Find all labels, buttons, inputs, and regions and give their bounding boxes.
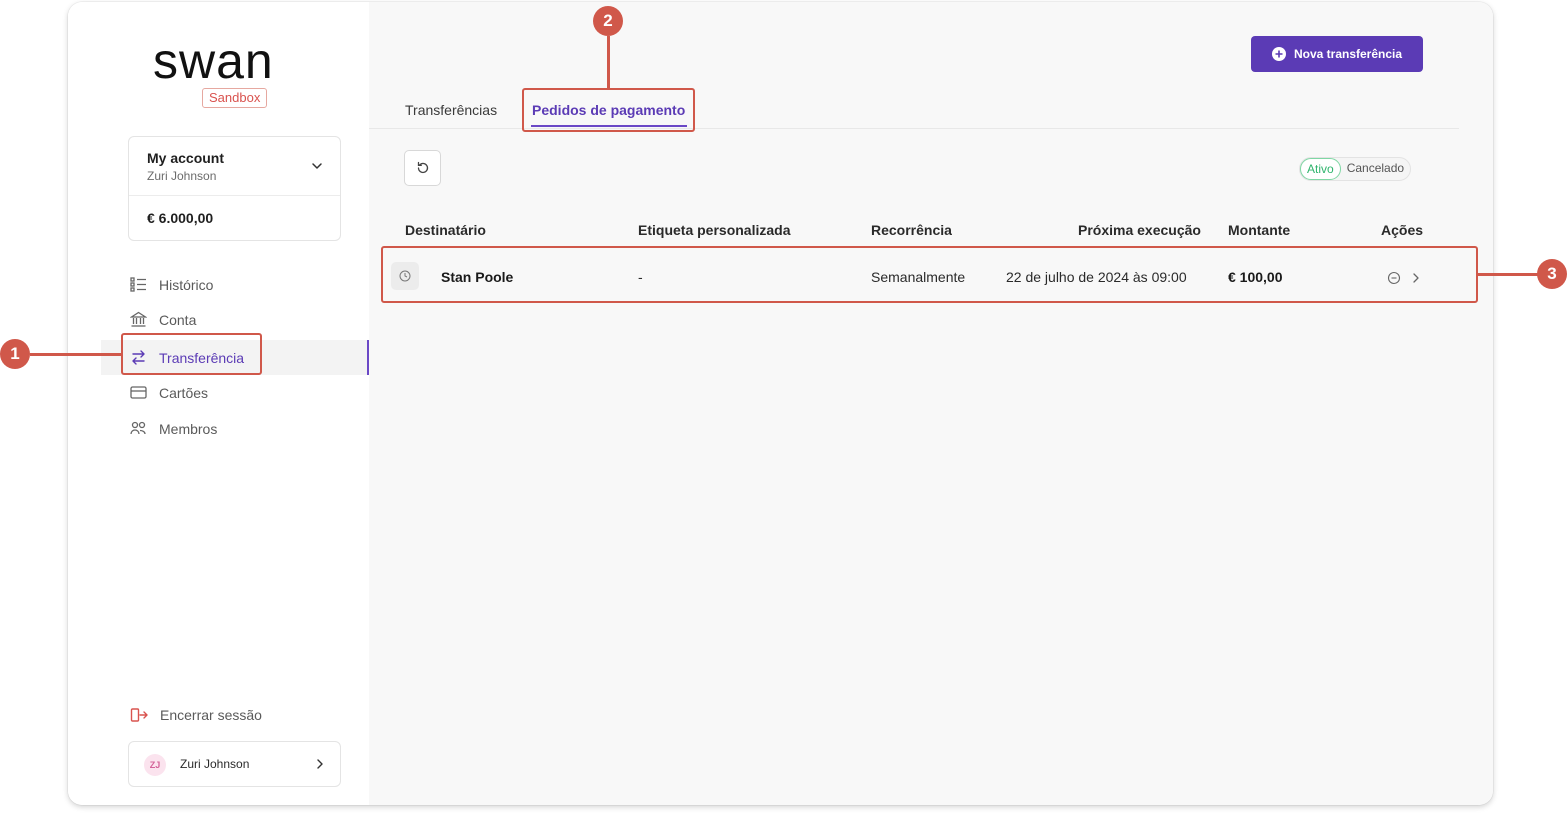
- custom-label: -: [638, 269, 643, 285]
- sidebar-item-label: Conta: [159, 311, 197, 328]
- recurrence-value: Semanalmente: [871, 269, 966, 285]
- status-filter[interactable]: Ativo Cancelado: [1299, 157, 1412, 181]
- main-content: Nova transferência Transferências Pedido…: [369, 2, 1493, 805]
- logout-button[interactable]: Encerrar sessão: [130, 704, 262, 726]
- user-name: Zuri Johnson: [180, 757, 250, 771]
- user-profile-button[interactable]: ZJ Zuri Johnson: [128, 741, 341, 787]
- sidebar-item-label: Membros: [159, 420, 218, 437]
- column-header-actions: Ações: [1381, 222, 1424, 238]
- annotation-connector: [1478, 273, 1538, 276]
- column-header-amount: Montante: [1228, 222, 1291, 238]
- swan-logo: swan: [153, 33, 274, 89]
- card-icon: [130, 386, 147, 399]
- new-transfer-label: Nova transferência: [1293, 47, 1403, 61]
- sandbox-badge: Sandbox: [202, 88, 268, 108]
- refresh-button[interactable]: [404, 150, 441, 186]
- sidebar-item-label: Histórico: [159, 276, 214, 293]
- amount-value: € 100,00: [1228, 269, 1283, 285]
- account-name: My account: [147, 150, 225, 166]
- tab-transferencias[interactable]: Transferências: [405, 102, 497, 118]
- logout-icon: [130, 708, 148, 722]
- recipient-name: Stan Poole: [441, 269, 514, 285]
- sidebar-item-historico[interactable]: Histórico: [101, 267, 369, 302]
- filter-active[interactable]: Ativo: [1300, 158, 1341, 180]
- column-header-recipient: Destinatário: [405, 222, 486, 238]
- clock-icon: [399, 270, 411, 282]
- annotation-badge-1: 1: [0, 339, 30, 369]
- column-header-next-execution: Próxima execução: [1078, 222, 1201, 238]
- column-header-label: Etiqueta personalizada: [638, 222, 791, 238]
- annotation-connector: [30, 353, 122, 356]
- tabs-divider: [369, 128, 1459, 129]
- chevron-down-icon[interactable]: [310, 159, 324, 173]
- clock-icon-box: [391, 262, 419, 290]
- plus-circle-icon: [1271, 47, 1286, 61]
- account-balance: € 6.000,00: [147, 210, 214, 226]
- tab-pedidos-de-pagamento[interactable]: Pedidos de pagamento: [532, 102, 685, 118]
- sidebar-item-transferencia[interactable]: Transferência: [101, 340, 369, 375]
- account-selector[interactable]: My account Zuri Johnson € 6.000,00: [128, 136, 341, 241]
- history-list-icon: [130, 277, 146, 292]
- refresh-icon: [417, 161, 429, 174]
- annotation-connector: [607, 36, 610, 89]
- bank-icon: [130, 311, 147, 327]
- account-holder: Zuri Johnson: [147, 169, 217, 183]
- sidebar-item-membros[interactable]: Membros: [101, 411, 369, 446]
- filter-cancelled[interactable]: Cancelado: [1341, 158, 1410, 180]
- transfer-arrows-icon: [132, 350, 145, 365]
- cancel-circle-icon[interactable]: [1387, 271, 1401, 285]
- annotation-badge-2: 2: [593, 6, 623, 36]
- annotation-badge-3: 3: [1537, 259, 1567, 289]
- chevron-right-icon[interactable]: [1409, 271, 1423, 285]
- sidebar: swan Sandbox My account Zuri Johnson € 6…: [68, 2, 369, 805]
- next-execution-value: 22 de julho de 2024 às 09:00: [1006, 269, 1187, 285]
- avatar: ZJ: [144, 754, 166, 776]
- sidebar-item-label: Cartões: [159, 384, 209, 401]
- account-header[interactable]: My account Zuri Johnson: [129, 137, 340, 196]
- sidebar-item-conta[interactable]: Conta: [101, 302, 369, 337]
- sidebar-item-cartoes[interactable]: Cartões: [101, 375, 369, 410]
- column-header-recurrence: Recorrência: [871, 222, 952, 238]
- app-window: swan Sandbox My account Zuri Johnson € 6…: [68, 2, 1493, 805]
- table-row[interactable]: Stan Poole - Semanalmente 22 de julho de…: [384, 250, 1475, 302]
- new-transfer-button[interactable]: Nova transferência: [1251, 36, 1423, 72]
- logout-label: Encerrar sessão: [160, 707, 262, 723]
- chevron-right-icon: [317, 759, 323, 769]
- members-icon: [130, 421, 146, 435]
- sidebar-item-label: Transferência: [159, 349, 245, 366]
- active-tab-indicator: [531, 125, 687, 127]
